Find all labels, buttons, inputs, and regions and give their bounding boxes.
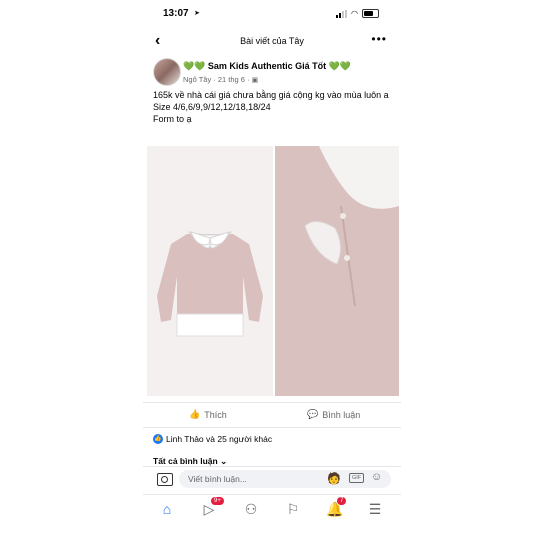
collar-closeup-illustration <box>275 146 399 396</box>
post-meta: Ngô Tây · 21 thg 6 · ▣ <box>183 75 258 84</box>
top-nav: ‹ Bài viết của Tây ••• <box>143 28 401 54</box>
like-label: Thích <box>204 409 227 420</box>
home-icon[interactable]: ⌂ <box>155 501 179 519</box>
avatar[interactable] <box>153 58 181 86</box>
signal-icon <box>336 9 348 18</box>
battery-icon <box>362 9 379 18</box>
phone-screen: 13:07 ➤ ◠ ‹ Bài viết của Tây ••• 💚💚 Sam … <box>143 0 401 543</box>
comment-label: Bình luận <box>322 409 361 420</box>
post-body: 165k về nhà cái giá chưa bằng giá cộng k… <box>153 89 393 125</box>
avatar-sticker-icon[interactable]: 🧑 <box>327 472 341 485</box>
comment-input[interactable]: Viết bình luận... 🧑 GIF ☺ <box>179 470 391 488</box>
watch-badge: 9+ <box>211 497 224 505</box>
chevron-down-icon: ⌄ <box>220 456 228 466</box>
sweater-illustration <box>157 231 263 337</box>
comment-button[interactable]: 💬 Bình luận <box>307 409 360 420</box>
reaction-summary[interactable]: 👍 Linh Thảo và 25 người khác <box>153 434 272 444</box>
emoji-icon[interactable]: ☺ <box>371 471 382 483</box>
bottom-tab-bar: ⌂ ▷ 9+ ⚇ ⚐ 🔔 7 ☰ <box>143 494 401 525</box>
status-bar: 13:07 ➤ ◠ <box>143 0 401 26</box>
like-reaction-icon: 👍 <box>153 434 163 444</box>
comment-placeholder: Viết bình luận... <box>188 474 247 484</box>
page-title: Bài viết của Tây <box>240 36 304 46</box>
wifi-icon: ◠ <box>351 8 358 18</box>
like-button[interactable]: 👍 Thích <box>189 409 227 420</box>
more-options-icon[interactable]: ••• <box>371 32 387 46</box>
group-icon: ▣ <box>251 77 259 84</box>
post-photo-closeup[interactable] <box>275 146 399 396</box>
notifications-bell-icon[interactable]: 🔔 7 <box>323 497 347 519</box>
post-photo-sweater[interactable] <box>147 146 273 396</box>
post-actions: 👍 Thích 💬 Bình luận <box>143 402 401 428</box>
post-line: 165k về nhà cái giá chưa bằng giá cộng k… <box>153 90 389 100</box>
gif-button[interactable]: GIF <box>349 473 365 483</box>
post-meta-text: Ngô Tây · 21 thg 6 · <box>183 75 252 84</box>
thumbs-up-icon: 👍 <box>189 409 201 419</box>
watch-icon[interactable]: ▷ 9+ <box>197 497 224 519</box>
post-line: Size 4/6,6/9,9/12,12/18,18/24 <box>153 102 271 112</box>
menu-icon[interactable]: ☰ <box>363 501 387 519</box>
pages-flag-icon[interactable]: ⚐ <box>281 501 305 519</box>
reaction-text: Linh Thảo và 25 người khác <box>166 434 273 444</box>
post-author[interactable]: 💚💚 Sam Kids Authentic Giá Tốt 💚💚 <box>183 61 351 72</box>
comment-bar: Viết bình luận... 🧑 GIF ☺ <box>143 466 401 493</box>
groups-icon[interactable]: ⚇ <box>239 501 263 519</box>
post-line: Form to ạ <box>153 114 192 124</box>
notif-badge: 7 <box>337 497 347 505</box>
camera-icon[interactable] <box>157 473 173 486</box>
all-comments-label: Tất cả bình luận <box>153 456 218 466</box>
location-arrow-icon: ➤ <box>194 10 200 17</box>
comment-bubble-icon: 💬 <box>307 409 319 419</box>
status-time: 13:07 <box>163 8 189 19</box>
